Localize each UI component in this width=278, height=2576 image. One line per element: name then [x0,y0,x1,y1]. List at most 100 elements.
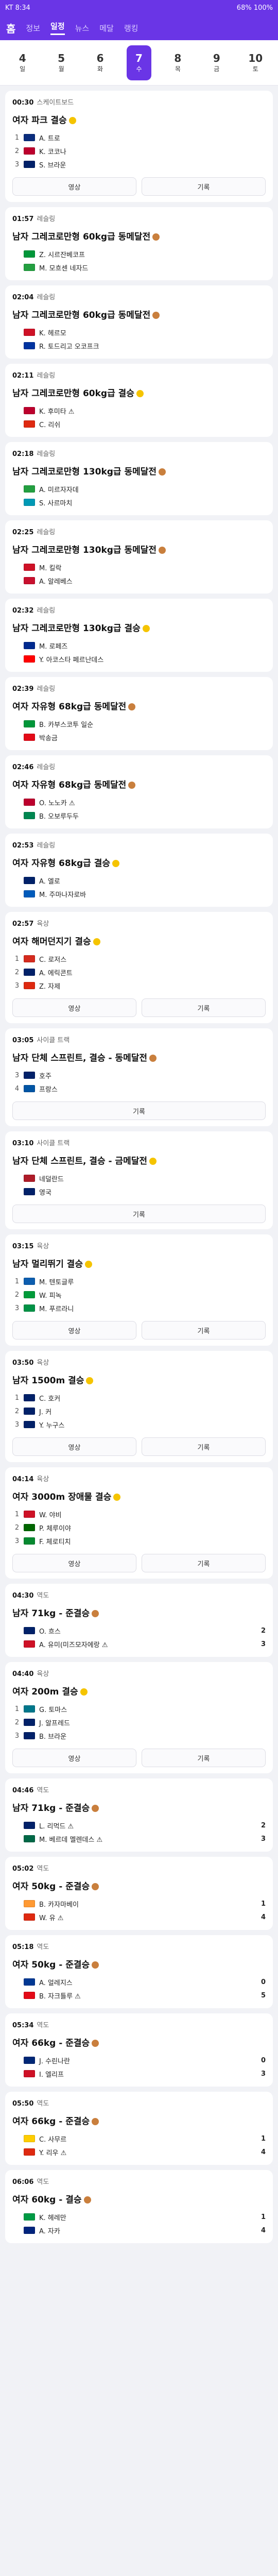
event-meta: 03:50 육상 [12,1357,266,1367]
result-row: K. 후미타 ⚠ [12,404,266,417]
record-button[interactable]: 기록 [12,1101,266,1120]
date-chip[interactable]: 8목 [165,45,190,80]
athlete-name: Y. 아코스타 페르난데스 [39,656,104,664]
event-card[interactable]: 05:02 역도 여자 50kg - 준결승 B. 카자마베이 1 W. 유 ⚠ 4 [5,1857,273,1930]
home-logo[interactable]: 홈 [6,21,15,36]
event-title: 남자 그레코로만형 130kg급 동메달전 [12,543,266,555]
status-left: KT 8:34 [5,4,30,12]
event-card[interactable]: 03:50 육상 남자 1500m 결승 1 C. 호커 2 J. 커 3 Y. 누구스 영상 기록 [5,1351,273,1462]
country-flag-icon [24,161,35,168]
date-chip[interactable]: 10 토 [243,45,268,80]
country-flag-icon [24,1640,35,1648]
result-rank: 3 [14,981,20,990]
tab-news[interactable]: 뉴스 [75,23,90,33]
event-time: 02:39 [12,685,34,693]
result-row: 2 K. 코코나 [12,144,266,158]
athlete-name: 네덜란드 [39,1175,64,1183]
result-row: 3 호주 [12,1069,266,1082]
date-chip[interactable]: 9금 [204,45,229,80]
event-card[interactable]: 02:18 레슬링 남자 그레코로만형 130kg급 동메달전 A. 미르자자데 S. … [5,442,273,515]
record-button[interactable]: 기록 [12,1205,266,1223]
event-category: 레슬링 [37,764,56,771]
event-card[interactable]: 02:04 레슬링 남자 그레코로만형 60kg급 동메달전 K. 헤르모 R. 토드리… [5,285,273,359]
event-time: 02:18 [12,450,34,458]
record-button[interactable]: 기록 [142,1554,266,1572]
athlete-name: K. 코코나 [39,148,66,156]
event-time: 03:50 [12,1359,34,1367]
athlete-name: C. 리쉬 [39,421,61,429]
date-chip[interactable]: 5월 [49,45,74,80]
date-chip[interactable]: 7수 [126,45,151,80]
result-row: Y. 아코스타 페르난데스 [12,652,266,666]
video-button[interactable]: 영상 [12,177,136,196]
tab-schedule[interactable]: 일정 [50,21,65,35]
event-card[interactable]: 04:30 역도 남자 71kg - 준결승 O. 흐스 2 A. 유미(미즈모자에랑 ⚠… [5,1584,273,1657]
result-rank: 2 [14,968,20,976]
event-card[interactable]: 02:46 레슬링 여자 자유형 68kg급 동메달전 O. 노노카 ⚠ B. 오보루두… [5,755,273,828]
event-card[interactable]: 02:32 레슬링 남자 그레코로만형 130kg급 결승 M. 로페즈 Y. 아코스타… [5,599,273,672]
record-button[interactable]: 기록 [142,1437,266,1456]
event-card[interactable]: 05:50 역도 여자 66kg - 준결승 C. 사무르 1 Y. 리우 ⚠ 4 [5,2092,273,2165]
event-card[interactable]: 06:06 역도 여자 60kg - 결승 K. 헤레만 1 A. 자카 4 [5,2170,273,2243]
event-meta: 02:46 레슬링 [12,761,266,771]
record-button[interactable]: 기록 [142,1749,266,1767]
event-card[interactable]: 02:39 레슬링 여자 자유형 68kg급 동메달전 B. 카부스코투 일순 박송금 [5,677,273,750]
event-title-text: 여자 자유형 68kg급 동메달전 [12,780,127,790]
event-card[interactable]: 02:53 레슬링 여자 자유형 68kg급 결승 A. 엘로 M. 주마나자로바 [5,834,273,907]
result-row: B. 카자마베이 1 [12,1897,266,1910]
date-weekday: 목 [175,65,181,73]
country-flag-icon [24,1732,35,1739]
event-card[interactable]: 03:05 사이클 트랙 남자 단체 스프린트, 결승 - 동메달전 3 호주 4 프랑스 기… [5,1028,273,1126]
event-card[interactable]: 05:34 역도 여자 66kg - 준결승 J. 수린나란 0 I. 엘리프 3 [5,2013,273,2087]
event-card[interactable]: 04:46 역도 남자 71kg - 준결승 L. 리먹드 ⚠ 2 M. 베르데 멜렌데스… [5,1778,273,1852]
date-chip[interactable]: 6화 [88,45,113,80]
event-title-text: 여자 200m 결승 [12,1687,78,1697]
record-button[interactable]: 기록 [142,1321,266,1340]
event-title: 남자 그레코로만형 60kg급 동메달전 [12,229,266,242]
date-chip[interactable]: 4일 [10,45,35,80]
gold-medal-icon [136,390,144,397]
event-card[interactable]: 02:57 육상 여자 해머던지기 결승 1 C. 로저스 2 A. 에릭콘트 3 Z. 자제 영… [5,912,273,1023]
tab-medals[interactable]: 메달 [99,23,114,33]
event-time: 02:57 [12,920,34,928]
event-actions: 영상 기록 [12,177,266,196]
event-meta: 00:30 스케이트보드 [12,97,266,107]
record-button[interactable]: 기록 [142,177,266,196]
event-title: 여자 자유형 68kg급 동메달전 [12,699,266,712]
event-card[interactable]: 02:11 레슬링 남자 그레코로만형 60kg급 결승 K. 후미타 ⚠ C. 리쉬 [5,364,273,437]
gold-medal-icon [142,625,150,632]
event-card[interactable]: 04:40 육상 여자 200m 결승 1 G. 토마스 2 J. 알프레드 3 B. 브라운 영… [5,1662,273,1773]
video-button[interactable]: 영상 [12,1749,136,1767]
event-card[interactable]: 05:18 역도 여자 50kg - 준결승 A. 얼레지스 0 B. 자크틀루 ⚠ 5 [5,1935,273,2008]
event-card[interactable]: 01:57 레슬링 남자 그레코로만형 60kg급 동메달전 Z. 시르잔베코프 M. … [5,207,273,280]
video-button[interactable]: 영상 [12,998,136,1017]
athlete-name: M. 베르데 멜렌데스 ⚠ [39,1836,103,1844]
record-button[interactable]: 기록 [142,998,266,1017]
bronze-medal-icon [149,1055,157,1062]
event-category: 레슬링 [37,685,56,693]
country-flag-icon [24,642,35,649]
athlete-name: M. 모흐센 네자드 [39,264,89,273]
country-flag-icon [24,1421,35,1428]
date-day: 6 [96,52,104,64]
result-rank: 2 [14,1291,20,1299]
event-card[interactable]: 04:14 육상 여자 3000m 장애물 결승 1 W. 야비 2 P. 체루이야 3 F. … [5,1467,273,1579]
country-flag-icon [24,2070,35,2077]
event-meta: 02:32 레슬링 [12,605,266,615]
result-score: 3 [260,2070,266,2078]
tab-info[interactable]: 정보 [26,23,40,33]
country-flag-icon [24,1394,35,1401]
bronze-medal-icon [128,703,136,710]
video-button[interactable]: 영상 [12,1321,136,1340]
date-day: 9 [213,52,220,64]
tab-ranking[interactable]: 랭킹 [124,23,138,33]
event-card[interactable]: 03:10 사이클 트랙 남자 단체 스프린트, 결승 - 금메달전 네덜란드 영국 기록 [5,1131,273,1229]
athlete-name: 호주 [39,1072,51,1080]
country-flag-icon [24,1511,35,1518]
event-card[interactable]: 00:30 스케이트보드 여자 파크 결승 1 A. 트로 2 K. 코코나 3 S. 브라운 영… [5,91,273,202]
event-card[interactable]: 02:25 레슬링 남자 그레코로만형 130kg급 동메달전 M. 킬락 A. 알레베… [5,520,273,594]
result-row: A. 유미(미즈모자에랑 ⚠ 3 [12,1637,266,1651]
video-button[interactable]: 영상 [12,1437,136,1456]
video-button[interactable]: 영상 [12,1554,136,1572]
event-card[interactable]: 03:15 육상 남자 멀리뛰기 결승 1 M. 텐토글루 2 W. 피녹 3 M. 푸르라니 영… [5,1234,273,1346]
